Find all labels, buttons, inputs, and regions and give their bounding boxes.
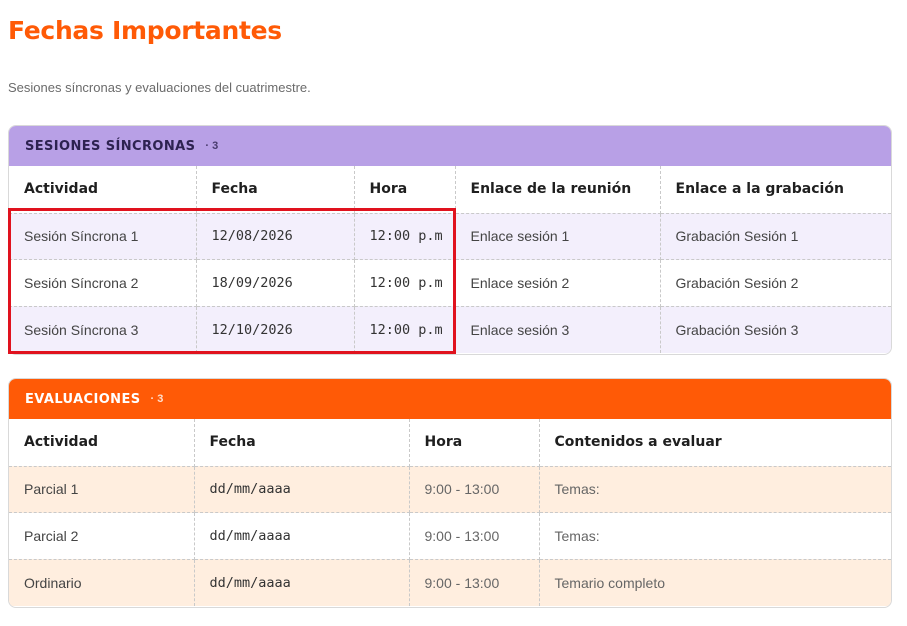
contents-cell: Temario completo: [539, 559, 891, 606]
column-header-time: Hora: [409, 419, 540, 467]
table-row: Sesión Síncrona 2 18/09/2026 12:00 p.m E…: [9, 259, 891, 307]
column-header-time: Hora: [354, 166, 456, 214]
page-subtitle: Sesiones síncronas y evaluaciones del cu…: [8, 80, 311, 95]
evaluations-title: EVALUACIONES: [25, 391, 141, 407]
activity-cell: Sesión Síncrona 3: [9, 306, 197, 353]
meeting-link[interactable]: Enlace sesión 3: [455, 306, 661, 353]
evaluations-count: · 3: [150, 393, 164, 405]
date-cell: 12/08/2026: [196, 213, 355, 260]
activity-cell: Sesión Síncrona 2: [9, 259, 197, 307]
table-header-row: Actividad Fecha Hora Enlace de la reunió…: [9, 166, 891, 214]
time-cell: 12:00 p.m: [354, 259, 456, 307]
column-header-date: Fecha: [196, 166, 355, 214]
date-cell: 18/09/2026: [196, 259, 355, 307]
activity-cell: Parcial 2: [9, 512, 195, 560]
synchronous-sessions-title: SESIONES SÍNCRONAS: [25, 138, 196, 154]
column-header-date: Fecha: [194, 419, 410, 467]
meeting-link[interactable]: Enlace sesión 1: [455, 213, 661, 260]
activity-cell: Parcial 1: [9, 466, 195, 513]
time-cell: 12:00 p.m: [354, 306, 456, 353]
column-header-contents: Contenidos a evaluar: [539, 419, 891, 467]
evaluations-table: Actividad Fecha Hora Contenidos a evalua…: [9, 419, 891, 606]
column-header-meeting-link: Enlace de la reunión: [455, 166, 661, 214]
column-header-recording-link: Enlace a la grabación: [660, 166, 891, 214]
activity-cell: Ordinario: [9, 559, 195, 606]
table-header-row: Actividad Fecha Hora Contenidos a evalua…: [9, 419, 891, 467]
time-cell: 9:00 - 13:00: [409, 512, 540, 560]
time-cell: 12:00 p.m: [354, 213, 456, 260]
evaluations-card: EVALUACIONES · 3 Actividad Fecha Hora Co…: [8, 378, 892, 608]
date-cell: 12/10/2026: [196, 306, 355, 353]
table-row: Parcial 1 dd/mm/aaaa 9:00 - 13:00 Temas:: [9, 466, 891, 513]
recording-link[interactable]: Grabación Sesión 1: [660, 213, 891, 260]
date-cell: dd/mm/aaaa: [194, 512, 410, 560]
contents-cell: Temas:: [539, 466, 891, 513]
column-header-activity: Actividad: [9, 166, 197, 214]
synchronous-sessions-table: Actividad Fecha Hora Enlace de la reunió…: [9, 166, 891, 353]
recording-link[interactable]: Grabación Sesión 3: [660, 306, 891, 353]
column-header-activity: Actividad: [9, 419, 195, 467]
time-cell: 9:00 - 13:00: [409, 466, 540, 513]
table-row: Parcial 2 dd/mm/aaaa 9:00 - 13:00 Temas:: [9, 512, 891, 560]
table-row: Sesión Síncrona 1 12/08/2026 12:00 p.m E…: [9, 213, 891, 260]
synchronous-sessions-header: SESIONES SÍNCRONAS · 3: [9, 126, 891, 166]
table-row: Sesión Síncrona 3 12/10/2026 12:00 p.m E…: [9, 306, 891, 353]
evaluations-header: EVALUACIONES · 3: [9, 379, 891, 419]
date-cell: dd/mm/aaaa: [194, 466, 410, 513]
time-cell: 9:00 - 13:00: [409, 559, 540, 606]
meeting-link[interactable]: Enlace sesión 2: [455, 259, 661, 307]
table-row: Ordinario dd/mm/aaaa 9:00 - 13:00 Temari…: [9, 559, 891, 606]
contents-cell: Temas:: [539, 512, 891, 560]
date-cell: dd/mm/aaaa: [194, 559, 410, 606]
synchronous-sessions-card: SESIONES SÍNCRONAS · 3 Actividad Fecha H…: [8, 125, 892, 355]
activity-cell: Sesión Síncrona 1: [9, 213, 197, 260]
synchronous-sessions-count: · 3: [205, 140, 219, 152]
recording-link[interactable]: Grabación Sesión 2: [660, 259, 891, 307]
page-title: Fechas Importantes: [8, 16, 282, 45]
